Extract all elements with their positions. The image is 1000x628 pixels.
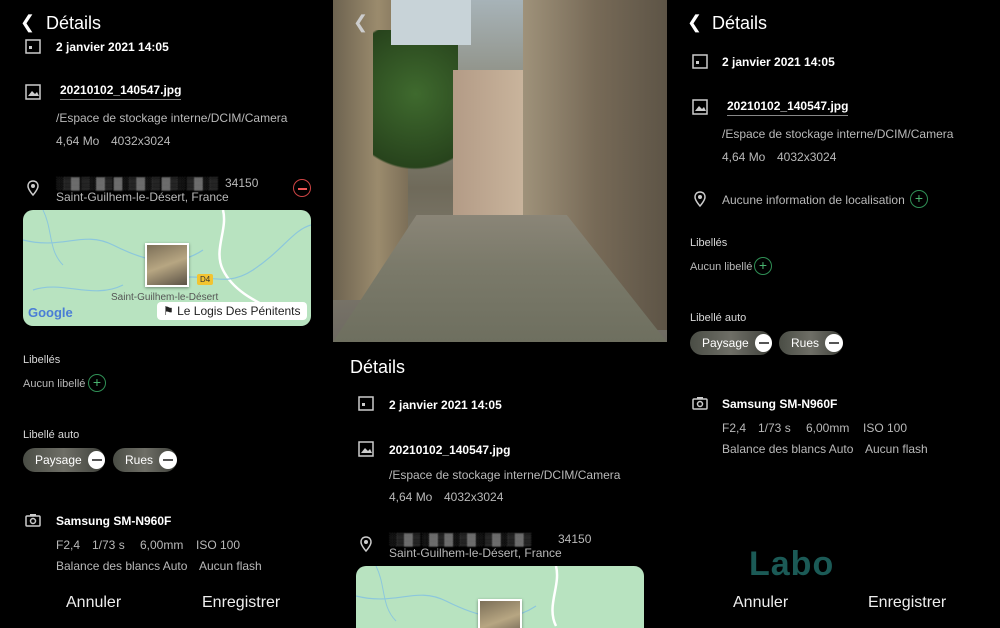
- address-blurred: ░▒▓ ▒░▓▒ ▓░▒▓░▒ ▓▒░ ▒▓░▒: [56, 176, 218, 190]
- calendar-icon: [692, 54, 708, 69]
- back-arrow-icon[interactable]: ❮: [353, 12, 368, 33]
- back-arrow-icon[interactable]: ❮: [20, 12, 35, 33]
- google-logo: Google: [28, 305, 73, 320]
- file-size: 4,64 Mo: [56, 134, 100, 148]
- cancel-button[interactable]: Annuler: [733, 594, 788, 612]
- add-label-button[interactable]: +: [754, 257, 772, 275]
- postcode: 34150: [225, 176, 259, 190]
- remove-chip-icon[interactable]: [87, 451, 105, 469]
- back-arrow-icon[interactable]: ❮: [687, 12, 702, 33]
- photo-pin-thumbnail: [145, 243, 189, 287]
- chip-rues[interactable]: Rues: [113, 448, 177, 472]
- camera-icon: [25, 514, 41, 527]
- city: Saint-Guilhem-le-Désert, France: [56, 190, 229, 204]
- file-path: /Espace de stockage interne/DCIM/Camera: [722, 127, 954, 141]
- filename-input[interactable]: 20210102_140547.jpg: [727, 99, 849, 116]
- location-map[interactable]: D4 Saint-Guilhem-le-Désert Google ⚑ Le L…: [23, 210, 311, 326]
- details-view-panel-middle: ❮ Détails 2 janvier 2021 14:05 20210102_…: [333, 0, 667, 628]
- labo-watermark-logo: Labo: [749, 545, 835, 583]
- image-icon: [358, 441, 374, 457]
- chip-label: Paysage: [702, 336, 749, 350]
- chip-rues[interactable]: Rues: [779, 331, 843, 355]
- postcode: 34150: [558, 532, 592, 546]
- page-title: Détails: [46, 13, 102, 33]
- photo-sky: [391, 0, 471, 45]
- focal-length: 6,00mm: [140, 538, 184, 552]
- filename-input[interactable]: 20210102_140547.jpg: [60, 83, 182, 100]
- remove-location-button[interactable]: [293, 179, 311, 197]
- date-text[interactable]: 2 janvier 2021 14:05: [722, 55, 835, 69]
- road-shield: D4: [197, 274, 214, 285]
- no-location-text: Aucune information de localisation: [722, 193, 905, 207]
- file-size: 4,64 Mo: [389, 490, 433, 504]
- location-pin-icon: [27, 180, 39, 197]
- white-balance: Balance des blancs Auto: [722, 442, 854, 456]
- photo-tree: [373, 30, 458, 190]
- chip-paysage[interactable]: Paysage: [23, 448, 105, 472]
- location-pin-icon: [360, 536, 372, 553]
- chip-label: Rues: [791, 336, 820, 350]
- flash: Aucun flash: [199, 559, 262, 573]
- page-title: Détails: [712, 13, 768, 33]
- aperture: F2,4: [56, 538, 81, 552]
- address-blurred: ░▒▓▒ ░▓▒▓░▒▓░ ▒▓░▒▓▒: [389, 532, 531, 546]
- details-edit-panel-right: ❮ Détails 2 janvier 2021 14:05 20210102_…: [667, 0, 1000, 628]
- labels-empty: Aucun libellé: [690, 261, 753, 273]
- save-button[interactable]: Enregistrer: [202, 594, 280, 612]
- shutter: 1/73 s: [92, 538, 125, 552]
- camera-model: Samsung SM-N960F: [722, 397, 838, 411]
- labels-heading: Libellés: [690, 237, 728, 249]
- white-balance: Balance des blancs Auto: [56, 559, 188, 573]
- cancel-button[interactable]: Annuler: [66, 594, 121, 612]
- aperture: F2,4: [722, 421, 747, 435]
- camera-icon: [692, 397, 708, 410]
- chip-paysage[interactable]: Paysage: [690, 331, 772, 355]
- poi-name: Le Logis Des Pénitents: [177, 304, 301, 318]
- date-text: 2 janvier 2021 14:05: [389, 398, 502, 412]
- file-path: /Espace de stockage interne/DCIM/Camera: [389, 468, 621, 482]
- date-text[interactable]: 2 janvier 2021 14:05: [56, 40, 169, 54]
- details-heading: Détails: [350, 357, 406, 377]
- labels-empty: Aucun libellé: [23, 378, 86, 390]
- iso: ISO 100: [196, 538, 241, 552]
- add-label-button[interactable]: +: [88, 374, 106, 392]
- photo-houses: [453, 70, 523, 220]
- remove-chip-icon[interactable]: [159, 451, 177, 469]
- remove-chip-icon[interactable]: [754, 334, 772, 352]
- add-location-button[interactable]: +: [910, 190, 928, 208]
- remove-chip-icon[interactable]: [825, 334, 843, 352]
- location-pin-icon: [694, 191, 706, 208]
- chip-label: Rues: [125, 453, 154, 467]
- photo-pin-thumbnail: [478, 599, 522, 628]
- auto-labels-heading: Libellé auto: [690, 312, 747, 324]
- save-button[interactable]: Enregistrer: [868, 594, 946, 612]
- city: Saint-Guilhem-le-Désert, France: [389, 546, 562, 560]
- filename: 20210102_140547.jpg: [389, 443, 511, 457]
- details-edit-panel-left: ❮ Détails 2 janvier 2021 14:05 20210102_…: [0, 0, 333, 628]
- file-resolution: 4032x3024: [111, 134, 171, 148]
- file-resolution: 4032x3024: [444, 490, 504, 504]
- file-resolution: 4032x3024: [777, 150, 837, 164]
- shutter: 1/73 s: [758, 421, 791, 435]
- focal-length: 6,00mm: [806, 421, 850, 435]
- image-icon: [692, 99, 708, 115]
- calendar-icon: [25, 39, 41, 54]
- calendar-icon: [358, 396, 374, 411]
- flag-icon: ⚑: [163, 304, 178, 318]
- poi-label[interactable]: ⚑ Le Logis Des Pénitents: [157, 302, 307, 320]
- labels-heading: Libellés: [23, 354, 61, 366]
- file-path: /Espace de stockage interne/DCIM/Camera: [56, 111, 288, 125]
- iso: ISO 100: [863, 421, 908, 435]
- chip-label: Paysage: [35, 453, 82, 467]
- flash: Aucun flash: [865, 442, 928, 456]
- location-map[interactable]: [356, 566, 644, 628]
- photo-street[interactable]: [333, 0, 667, 342]
- auto-labels-heading: Libellé auto: [23, 429, 80, 441]
- camera-model: Samsung SM-N960F: [56, 514, 172, 528]
- image-icon: [25, 84, 41, 100]
- file-size: 4,64 Mo: [722, 150, 766, 164]
